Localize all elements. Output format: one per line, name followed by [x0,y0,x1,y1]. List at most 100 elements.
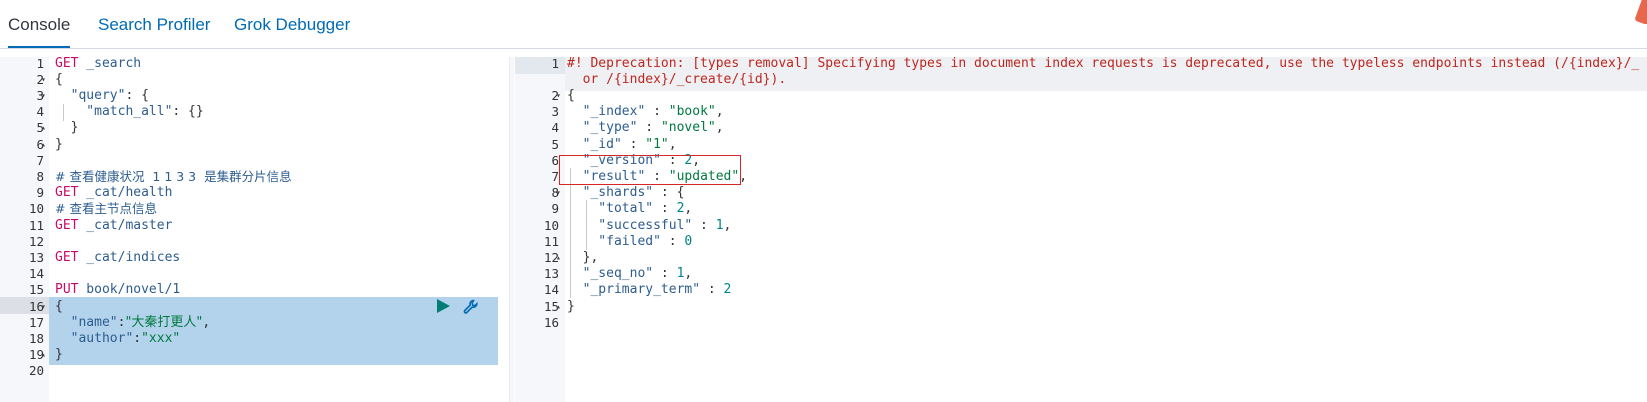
response-gutter: 1 2 ▾ 3 4 5 6 7 8 ▾ 9 10 11 12 ▴ 13 14 1… [515,56,565,402]
line-number: 15 [28,282,44,297]
request-gutter: 1 2 ▾ 3 ▾ 4 5 ▴ 6 ▴ 7 8 9 10 11 12 13 14… [0,56,49,402]
line-number: 14 [543,282,559,297]
fold-arrow-icon[interactable]: ▾ [556,87,561,104]
request-editor[interactable]: GET _search { "query": { "match_all": {}… [49,57,498,402]
line-number: 15 [543,299,559,314]
line-number: 10 [28,201,44,216]
fold-arrow-icon[interactable]: ▴ [41,136,46,153]
line-number: 13 [28,250,44,265]
tab-console[interactable]: Console [8,0,71,48]
line-number: 3 [36,88,44,103]
line-number: 14 [28,266,44,281]
json-number: 1 [715,218,724,233]
code-line-2: { [55,72,63,87]
line-number: 9 [551,201,559,216]
line-number: 6 [36,137,44,152]
json-punct: , [668,137,677,152]
json-string: "book" [668,104,716,119]
deprecation-warning: #! Deprecation: [types removal] Specifyi… [567,57,1640,71]
json-key: "_index" [567,104,646,119]
code-line-19: } [55,347,63,362]
request-url: _cat/master [78,218,173,233]
json-string: "1" [645,137,669,152]
line-number: 19 [28,347,44,362]
http-method: GET [55,185,79,200]
line-number: 10 [543,218,559,233]
fold-arrow-icon[interactable]: ▴ [556,249,561,266]
fold-arrow-icon[interactable]: ▾ [41,71,46,88]
code-line-9: "total" : 2, [567,200,692,217]
json-punct: , [723,218,732,233]
fold-arrow-icon[interactable]: ▾ [41,87,46,104]
code-line-6: } [55,137,63,152]
line-number: 2 [36,72,44,87]
json-punct: : [660,234,685,249]
line-number: 8 [551,185,559,200]
code-line-15: } [567,299,575,314]
http-method: GET [55,250,79,265]
code-line-13: "_seq_no" : 1, [567,265,693,282]
json-string: "大秦打更人" [125,315,203,330]
code-line-2: { [567,88,575,103]
request-url: _cat/health [78,185,173,200]
request-url: _cat/indices [78,250,181,265]
code-line-10: "successful" : 1, [567,217,731,234]
line-number: 7 [36,153,44,168]
panel-resizer[interactable] [509,57,514,402]
json-key: "query" [55,88,126,103]
code-line-9: GET _cat/health [55,184,172,201]
corner-decoration [1635,0,1647,24]
json-punct: : [621,137,646,152]
json-punct: , [684,201,693,216]
wrench-icon[interactable] [462,298,480,316]
json-string: "novel" [660,120,716,135]
json-punct: : [692,218,716,233]
tab-search-profiler[interactable]: Search Profiler [98,0,210,48]
http-method: GET [55,57,79,71]
response-viewer[interactable]: #! Deprecation: [types removal] Specifyi… [565,57,1647,402]
line-number: 2 [551,88,559,103]
json-punct: : [653,201,677,216]
code-line-4: "_type" : "novel", [567,119,724,136]
annotation-highlight-box [559,155,741,185]
code-line-5: } [55,120,79,135]
json-key: "_type" [567,120,638,135]
json-key: "successful" [567,218,693,233]
line-number: 16 [543,315,559,330]
fold-arrow-icon[interactable]: ▴ [556,298,561,315]
json-punct: : [637,120,661,135]
fold-arrow-icon[interactable]: ▴ [41,346,46,363]
line-number: 1 [551,56,559,71]
fold-arrow-icon[interactable]: ▾ [556,184,561,201]
code-comment: # 查看主节点信息 [55,201,157,216]
code-line-16: { [55,299,63,314]
json-key: "name" [55,315,118,330]
code-comment: # 查看健康状况 1 1 3 3 是集群分片信息 [55,169,292,184]
play-icon[interactable] [435,298,451,314]
code-line-3: "query": { [55,87,149,104]
line-number: 5 [551,137,559,152]
code-line-4: "match_all": {} [55,103,203,120]
line-number: 5 [36,120,44,135]
json-punct: : [700,282,724,297]
line-number: 18 [28,331,44,346]
json-key: "match_all" [55,104,173,119]
json-key: "_id" [567,137,622,152]
json-number: 2 [723,282,732,297]
json-number: 0 [684,234,693,249]
line-number: 6 [551,153,559,168]
json-key: "_primary_term" [567,282,701,297]
line-number: 17 [28,315,44,330]
line-number: 4 [36,104,44,119]
code-line-12: }, [567,250,599,265]
line-number: 9 [36,185,44,200]
deprecation-warning-continued: or /{index}/_create/{id}). [567,72,787,87]
json-string: "xxx" [141,331,181,346]
fold-arrow-icon[interactable]: ▴ [41,119,46,136]
json-key: "author" [55,331,134,346]
tab-grok-debugger[interactable]: Grok Debugger [234,0,350,48]
json-punct: : { [125,88,149,103]
line-number: 8 [36,169,44,184]
code-line-8: "_shards" : { [567,184,685,201]
fold-arrow-icon[interactable]: ▾ [41,298,46,315]
